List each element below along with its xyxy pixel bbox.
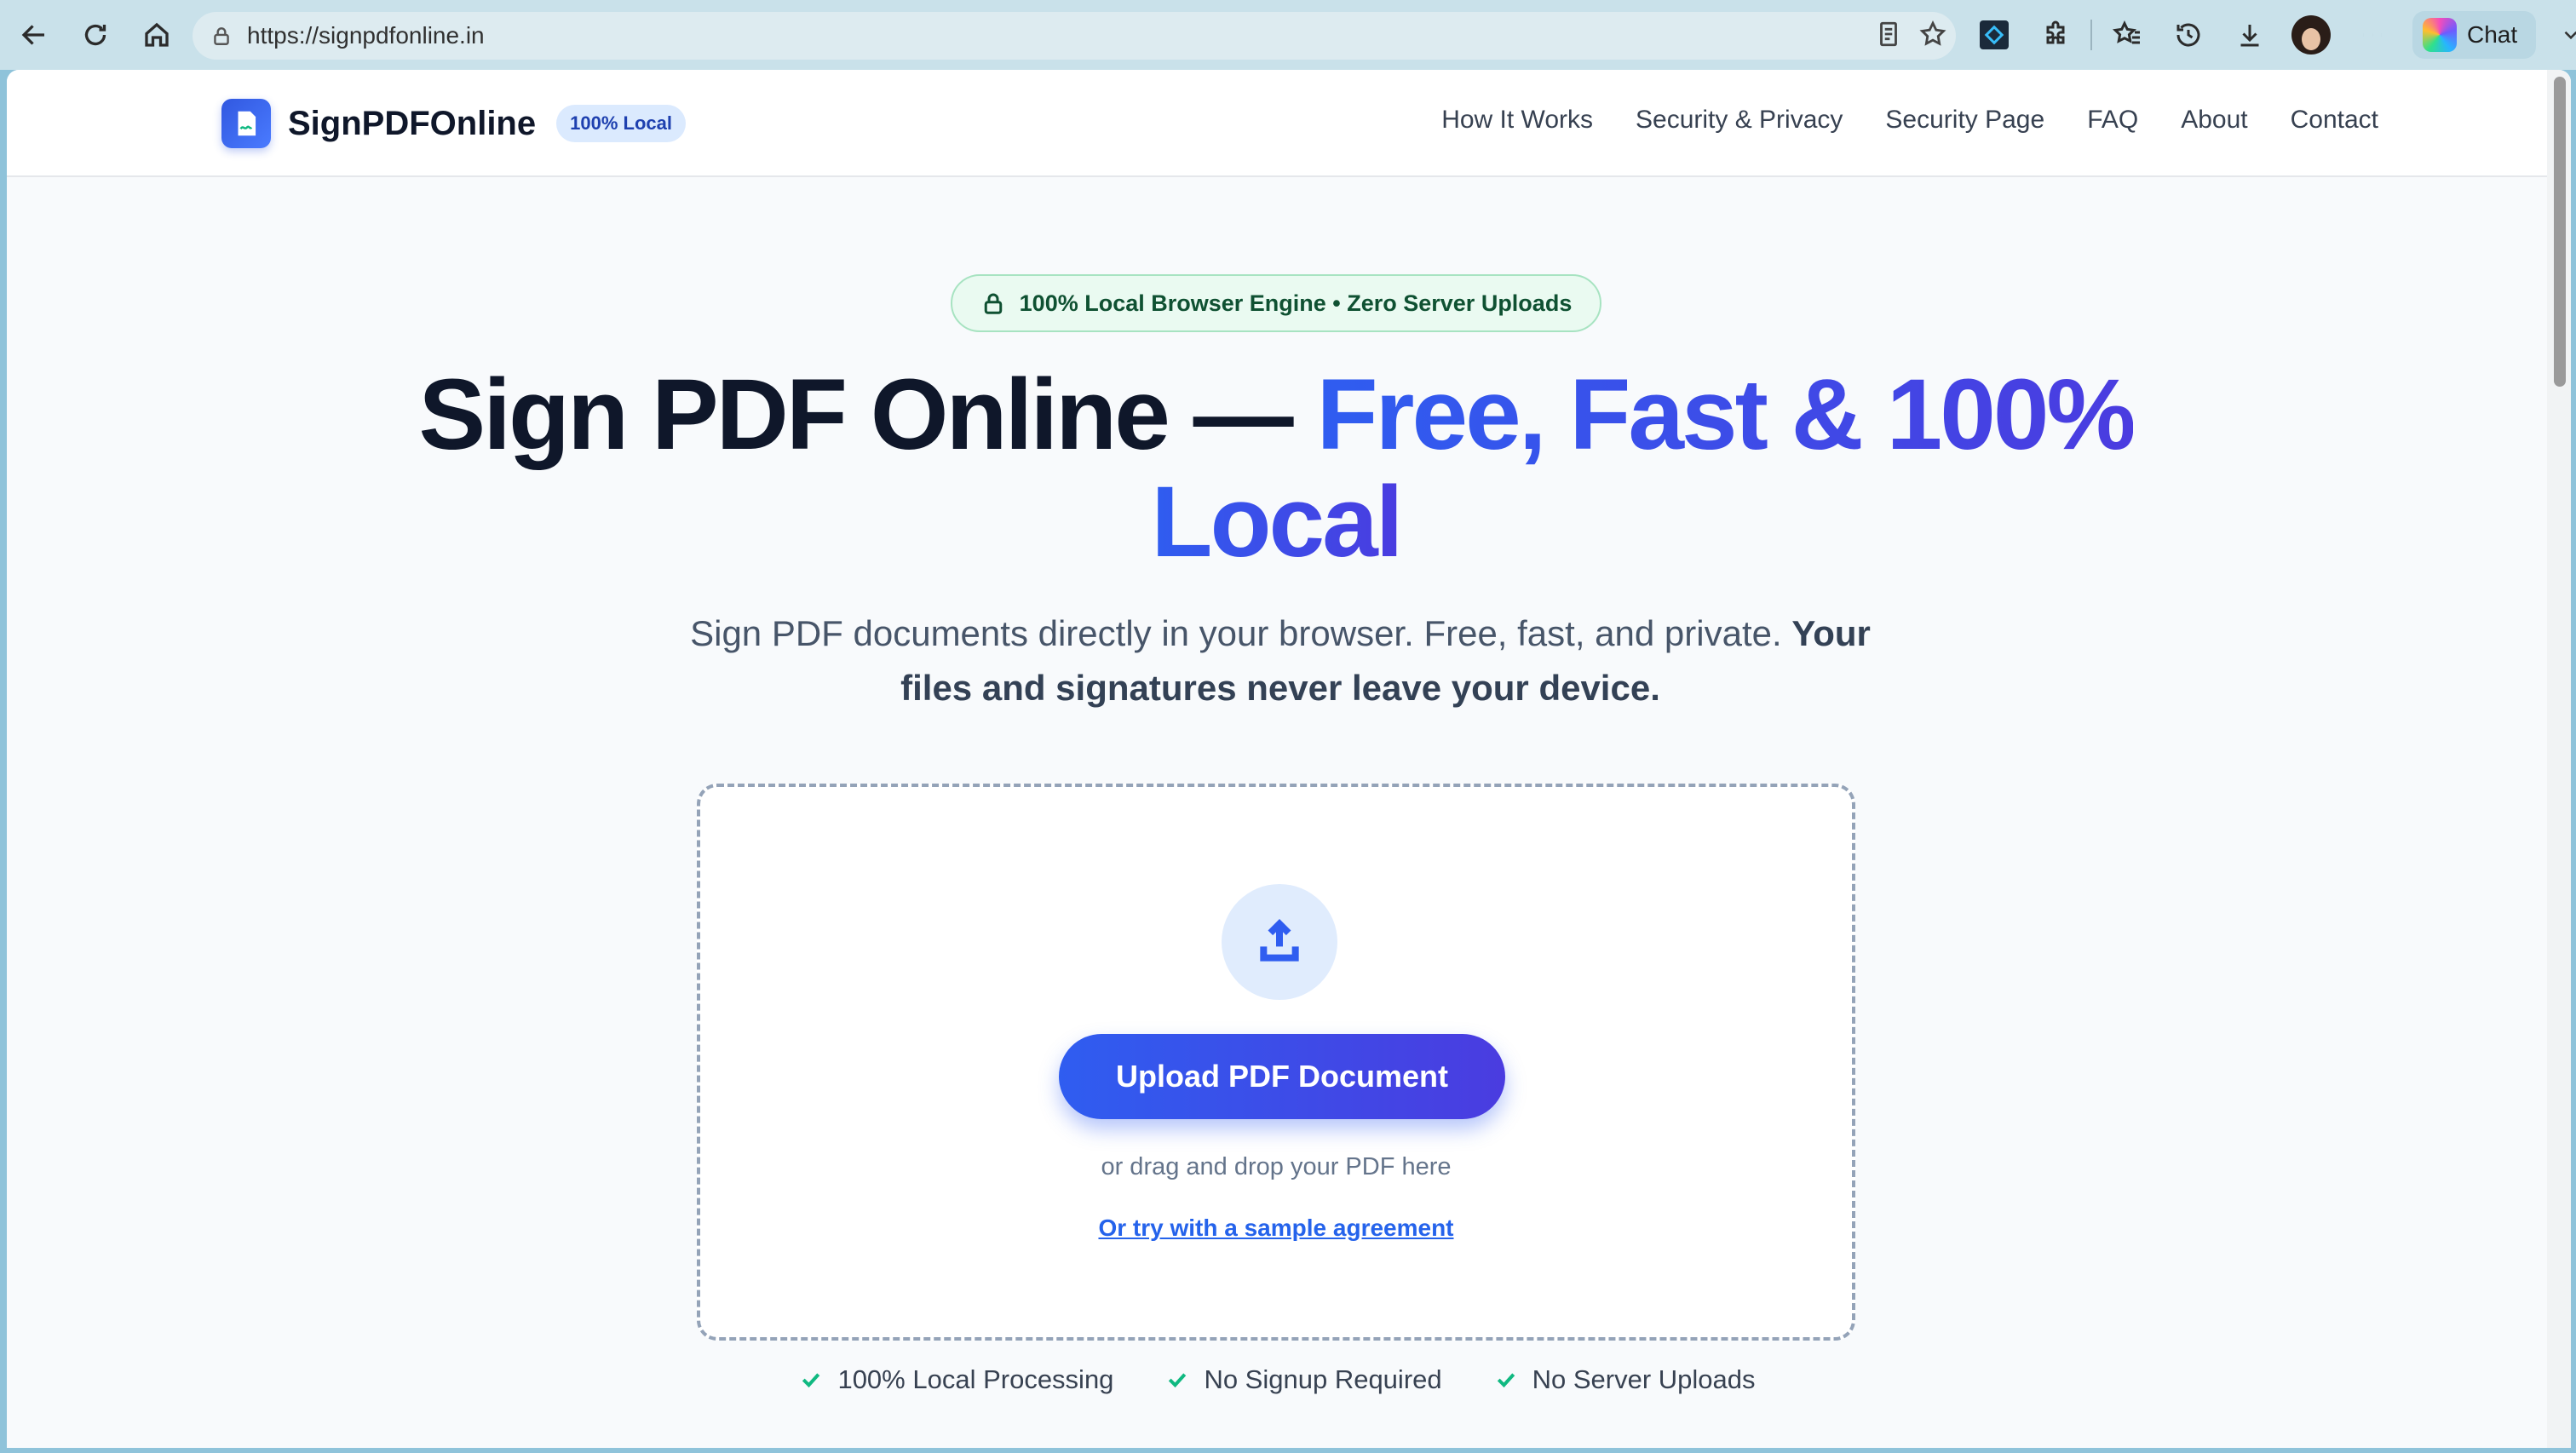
star-icon[interactable] bbox=[1918, 20, 1947, 53]
feature-label: No Server Uploads bbox=[1532, 1364, 1756, 1394]
copilot-chat-button[interactable]: Chat bbox=[2412, 11, 2537, 59]
favorites-icon[interactable] bbox=[2101, 8, 2153, 62]
site-header: SignPDFOnline 100% Local How It Works Se… bbox=[7, 70, 2547, 177]
logo-icon bbox=[221, 99, 271, 148]
more-menu-icon[interactable] bbox=[2346, 8, 2399, 62]
extension-app-icon[interactable] bbox=[1968, 8, 2021, 62]
feature-item: 100% Local Processing bbox=[798, 1364, 1113, 1395]
title-accent-part-1: Free, Fast & 100% bbox=[1316, 359, 2136, 471]
home-button[interactable] bbox=[129, 8, 184, 62]
address-bar[interactable]: https://signpdfonline.in bbox=[193, 12, 1956, 60]
home-icon bbox=[145, 22, 169, 47]
browser-toolbar: https://signpdfonline.in Chat bbox=[0, 0, 2576, 70]
page-title: Sign PDF Online — Free, Fast & 100% Local bbox=[348, 361, 2205, 576]
url-text[interactable]: https://signpdfonline.in bbox=[247, 22, 485, 49]
nav-contact[interactable]: Contact bbox=[2291, 106, 2378, 135]
check-icon bbox=[1169, 1373, 1187, 1388]
chevron-down-icon[interactable] bbox=[2544, 8, 2576, 62]
feature-item: No Server Uploads bbox=[1493, 1364, 1756, 1395]
nav-faq[interactable]: FAQ bbox=[2087, 106, 2138, 135]
sample-agreement-link[interactable]: Or try with a sample agreement bbox=[700, 1215, 1852, 1242]
scrollbar-thumb[interactable] bbox=[2554, 77, 2566, 387]
hero-subtitle: Sign PDF documents directly in your brow… bbox=[654, 606, 1906, 715]
hero-badge-text: 100% Local Browser Engine • Zero Server … bbox=[1019, 290, 1573, 316]
feature-label: No Signup Required bbox=[1204, 1364, 1442, 1394]
avatar bbox=[2291, 15, 2331, 55]
feature-label: 100% Local Processing bbox=[837, 1364, 1114, 1394]
feature-item: No Signup Required bbox=[1164, 1364, 1442, 1395]
upload-dropzone[interactable]: Upload PDF Document or drag and drop you… bbox=[697, 784, 1855, 1341]
local-badge: 100% Local bbox=[556, 105, 686, 142]
check-icon bbox=[1497, 1373, 1515, 1388]
hero-badge: 100% Local Browser Engine • Zero Server … bbox=[951, 274, 1601, 332]
main-nav: How It Works Security & Privacy Security… bbox=[1441, 106, 2378, 135]
upload-icon bbox=[1222, 884, 1337, 1000]
reload-button[interactable] bbox=[68, 8, 123, 62]
nav-security-page[interactable]: Security Page bbox=[1885, 106, 2044, 135]
brand[interactable]: SignPDFOnline 100% Local bbox=[221, 99, 686, 148]
check-icon bbox=[802, 1373, 820, 1388]
copilot-icon bbox=[2423, 18, 2457, 52]
drag-drop-hint: or drag and drop your PDF here bbox=[1101, 1153, 1452, 1180]
reload-icon bbox=[84, 24, 106, 46]
nav-about[interactable]: About bbox=[2181, 106, 2247, 135]
feature-list: 100% Local Processing No Signup Required… bbox=[7, 1364, 2547, 1395]
upload-pdf-button[interactable]: Upload PDF Document bbox=[1059, 1034, 1505, 1119]
page-viewport: SignPDFOnline 100% Local How It Works Se… bbox=[7, 70, 2571, 1448]
back-button[interactable] bbox=[7, 8, 61, 62]
profile-avatar-button[interactable] bbox=[2285, 8, 2337, 62]
chat-label: Chat bbox=[2467, 21, 2518, 48]
title-dark-part: Sign PDF Online — bbox=[418, 359, 1317, 471]
nav-how-it-works[interactable]: How It Works bbox=[1441, 106, 1593, 135]
toolbar-separator bbox=[2090, 20, 2092, 50]
title-accent-part-2: Local bbox=[1151, 466, 1403, 578]
subtitle-plain: Sign PDF documents directly in your brow… bbox=[690, 613, 1792, 653]
lock-icon bbox=[208, 22, 235, 49]
scrollbar[interactable] bbox=[2547, 70, 2571, 1448]
extensions-puzzle-icon[interactable] bbox=[2029, 8, 2082, 62]
arrow-left-icon bbox=[21, 25, 44, 45]
reader-mode-icon[interactable] bbox=[1874, 20, 1903, 53]
download-icon[interactable] bbox=[2223, 8, 2276, 62]
nav-security-privacy[interactable]: Security & Privacy bbox=[1636, 106, 1843, 135]
brand-name: SignPDFOnline bbox=[288, 104, 537, 142]
lock-icon bbox=[984, 293, 1002, 314]
history-icon[interactable] bbox=[2162, 8, 2215, 62]
